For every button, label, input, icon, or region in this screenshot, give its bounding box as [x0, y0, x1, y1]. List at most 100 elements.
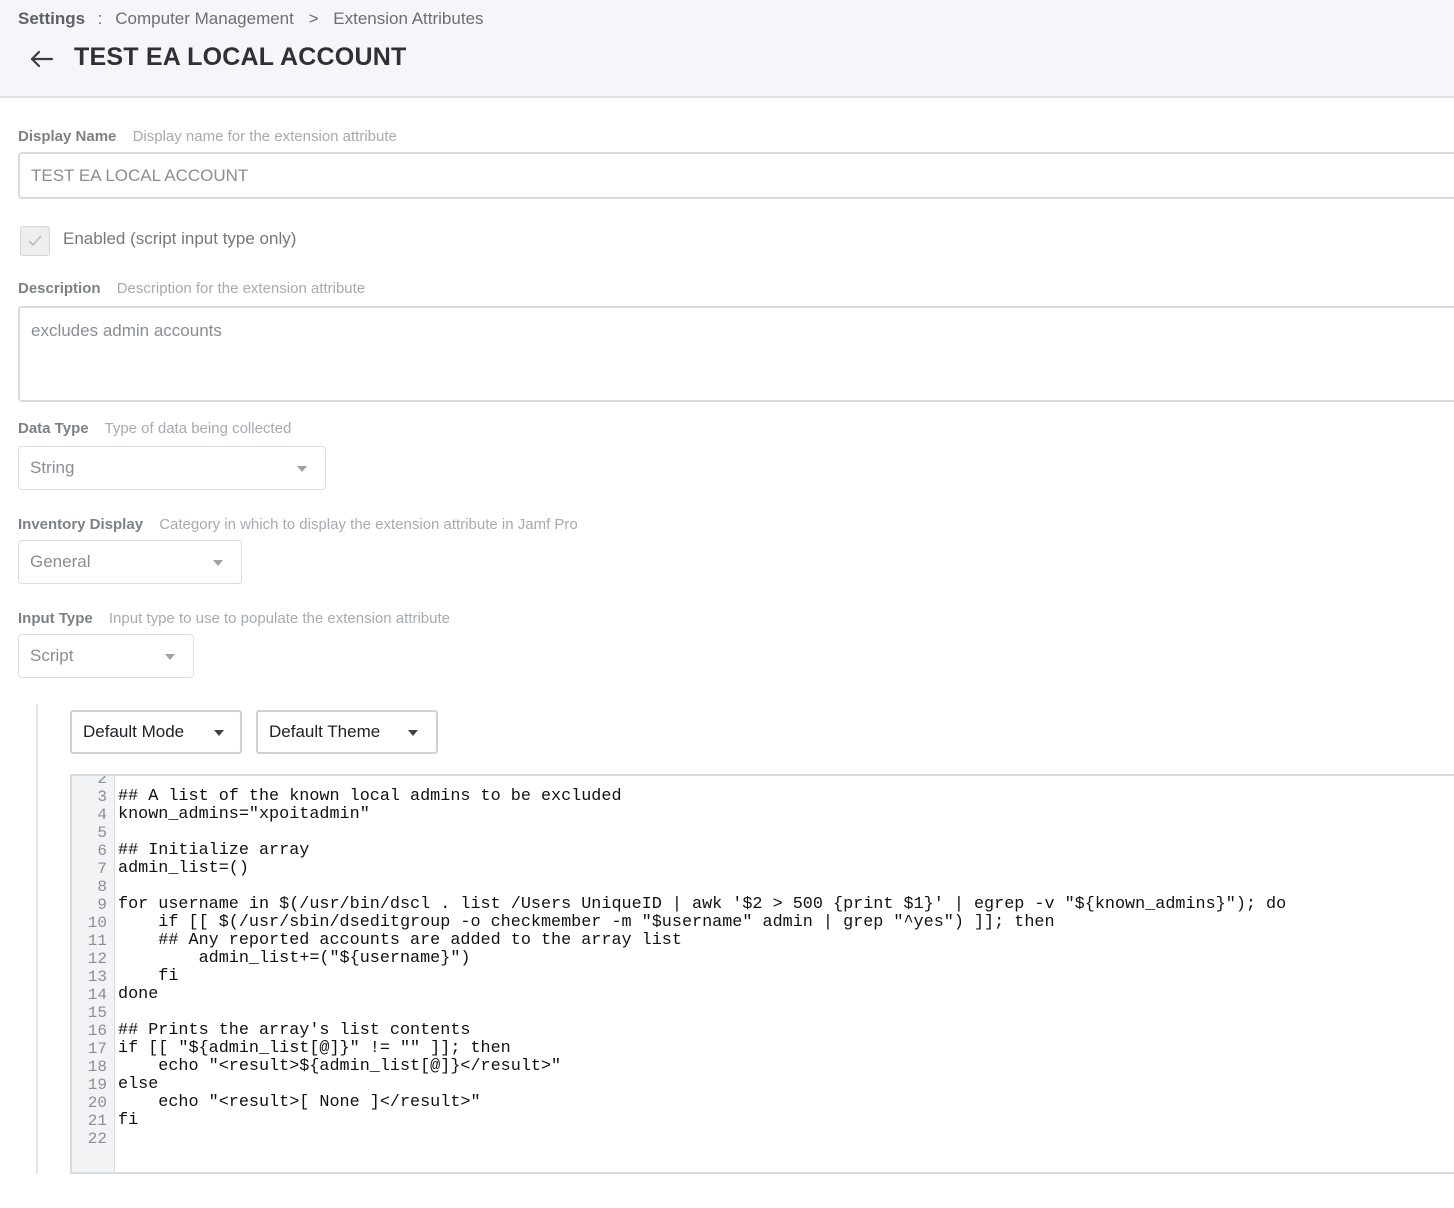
code-line[interactable]: 4 known_admins="xpoitadmin" [72, 805, 1454, 825]
code-text: ## Prints the array's list contents [118, 1021, 471, 1040]
code-line[interactable]: 22 [72, 1130, 1454, 1148]
line-number: 8 [97, 878, 107, 896]
code-text: ## A list of the known local admins to b… [118, 787, 622, 806]
code-line[interactable]: 7 admin_list=() [72, 859, 1454, 879]
code-text: done [118, 985, 159, 1004]
code-text: echo "<result>${admin_list[@]}</result>" [118, 1057, 562, 1076]
display-name-label: Display Name [18, 128, 117, 145]
chevron-down-icon [214, 730, 224, 736]
line-number: 5 [97, 824, 107, 842]
code-line[interactable]: 15 [72, 1004, 1454, 1022]
code-text: fi [118, 1111, 139, 1130]
code-editor[interactable]: 2 3 ## A list of the known local admins to… [70, 774, 1454, 1174]
input-type-value: Script [30, 646, 74, 665]
data-type-value: String [30, 458, 75, 477]
input-type-label-row: Input Type Input type to use to populate… [18, 610, 450, 627]
line-number: 13 [87, 968, 107, 986]
inventory-display-label-row: Inventory Display Category in which to d… [18, 516, 578, 533]
line-number: 22 [87, 1130, 107, 1148]
input-type-hint: Input type to use to populate the extens… [108, 610, 450, 627]
code-text: admin_list+=("${username}") [118, 949, 471, 968]
code-lines: 2 3 ## A list of the known local admins to… [72, 774, 1454, 1148]
code-text: else [118, 1075, 159, 1094]
description-textarea[interactable]: excludes admin accounts [18, 306, 1454, 402]
code-text: if [[ "${admin_list[@]}" != "" ]]; then [118, 1039, 511, 1058]
enabled-label: Enabled (script input type only) [63, 229, 297, 248]
display-name-hint: Display name for the extension attribute [132, 128, 397, 145]
code-line[interactable]: 14 done [72, 985, 1454, 1005]
line-number: 11 [87, 932, 107, 950]
input-type-select[interactable]: Script [18, 634, 194, 678]
code-line[interactable]: 5 [72, 824, 1454, 842]
code-line[interactable]: 18 echo "<result>${admin_list[@]}</resul… [72, 1057, 1454, 1077]
breadcrumb-extension-attributes[interactable]: Extension Attributes [333, 9, 483, 28]
breadcrumb-chevron-icon: > [308, 9, 319, 28]
code-line[interactable]: 6 ## Initialize array [72, 841, 1454, 861]
code-line[interactable]: 20 echo "<result>[ None ]</result>" [72, 1093, 1454, 1113]
description-label-row: Description Description for the extensio… [18, 280, 365, 297]
line-number: 7 [97, 860, 107, 878]
code-text: admin_list=() [118, 859, 249, 878]
code-text: known_admins="xpoitadmin" [118, 805, 370, 824]
code-line[interactable]: 16 ## Prints the array's list contents [72, 1021, 1454, 1041]
code-text: echo "<result>[ None ]</result>" [118, 1093, 481, 1112]
code-line[interactable]: 13 fi [72, 967, 1454, 987]
line-number: 9 [97, 896, 107, 914]
editor-theme-value: Default Theme [269, 722, 381, 741]
line-number: 19 [87, 1076, 107, 1094]
display-name-label-row: Display Name Display name for the extens… [18, 128, 397, 145]
breadcrumb-computer-management[interactable]: Computer Management [115, 9, 294, 28]
data-type-select[interactable]: String [18, 446, 326, 490]
data-type-hint: Type of data being collected [104, 420, 292, 437]
chevron-down-icon [165, 654, 175, 660]
code-line[interactable]: 3 ## A list of the known local admins to … [72, 787, 1454, 807]
code-line[interactable]: 9 for username in $(/usr/bin/dscl . list … [72, 895, 1454, 915]
line-number: 17 [87, 1040, 107, 1058]
breadcrumb-separator: : [97, 9, 103, 28]
description-hint: Description for the extension attribute [116, 280, 366, 297]
code-text: ## Any reported accounts are added to th… [118, 931, 682, 950]
input-type-label: Input Type [18, 610, 93, 627]
inventory-display-value: General [30, 552, 91, 571]
page-title: TEST EA LOCAL ACCOUNT [74, 43, 407, 71]
code-text: for username in $(/usr/bin/dscl . list /… [118, 895, 1287, 914]
page-header: Settings : Computer Management > Extensi… [0, 0, 1454, 98]
code-line[interactable]: 11 ## Any reported accounts are added to… [72, 931, 1454, 951]
code-line[interactable]: 8 [72, 878, 1454, 896]
editor-theme-select[interactable]: Default Theme [256, 710, 438, 754]
code-text: ## Initialize array [118, 841, 310, 860]
data-type-label-row: Data Type Type of data being collected [18, 420, 291, 437]
data-type-label: Data Type [18, 420, 89, 437]
line-number: 4 [97, 806, 107, 824]
code-line[interactable]: 21 fi [72, 1111, 1454, 1131]
back-arrow-icon[interactable] [28, 44, 56, 74]
chevron-down-icon [213, 560, 223, 566]
code-line[interactable]: 10 if [[ $(/usr/sbin/dseditgroup -o chec… [72, 914, 1454, 933]
inventory-display-label: Inventory Display [18, 516, 144, 533]
line-number: 6 [97, 842, 107, 860]
breadcrumb: Settings : Computer Management > Extensi… [18, 9, 484, 29]
line-number: 12 [87, 950, 107, 968]
check-icon [28, 235, 42, 247]
code-line[interactable]: 17 if [[ "${admin_list[@]}" != "" ]]; the… [72, 1039, 1454, 1059]
code-line[interactable]: 19 else [72, 1075, 1454, 1095]
inventory-display-select[interactable]: General [18, 540, 242, 584]
editor-mode-select[interactable]: Default Mode [70, 710, 242, 754]
display-name-field[interactable]: TEST EA LOCAL ACCOUNT [18, 152, 1454, 199]
line-number: 3 [97, 788, 107, 806]
chevron-down-icon [408, 730, 418, 736]
code-line[interactable]: 12 admin_list+=("${username}") [72, 949, 1454, 969]
line-number: 10 [87, 914, 107, 932]
line-number: 14 [87, 986, 107, 1004]
breadcrumb-settings[interactable]: Settings [18, 9, 85, 28]
line-number: 16 [87, 1022, 107, 1040]
line-number: 18 [87, 1058, 107, 1076]
line-number: 15 [87, 1004, 107, 1022]
line-number: 2 [97, 774, 107, 788]
enabled-checkbox[interactable] [20, 226, 50, 256]
line-number: 21 [87, 1112, 107, 1130]
code-text: fi [118, 967, 179, 986]
editor-mode-value: Default Mode [83, 722, 185, 741]
code-line[interactable]: 2 [72, 774, 1454, 788]
chevron-down-icon [297, 466, 307, 472]
